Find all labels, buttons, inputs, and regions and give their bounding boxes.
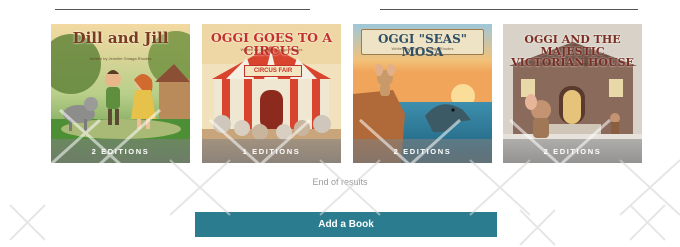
book-card-oggi-goes-to-a-circus[interactable]: OGGI GOES TO A CIRCUS Written by Jennife… (202, 24, 341, 163)
end-of-results-text: End of results (312, 177, 368, 187)
book-author: Written by Jennifer Smaga Rhodes (391, 46, 454, 51)
book-author: Written by Jennifer Smaga Rhodes (541, 61, 604, 66)
book-card-dill-and-jill[interactable]: Dill and Jill Written by Jennifer Smaga … (51, 24, 190, 163)
editions-count: 1 EDITIONS (242, 146, 301, 156)
editions-count: 2 EDITIONS (91, 146, 150, 156)
top-divider-right (380, 9, 638, 10)
add-book-button[interactable]: Add a Book (195, 212, 497, 237)
book-author: Written by Jennifer Smaga Rhodes (240, 47, 303, 52)
editions-band: 2 EDITIONS (51, 139, 190, 163)
editions-count: 2 EDITIONS (543, 146, 602, 156)
editions-count: 2 EDITIONS (393, 146, 452, 156)
top-divider-left (55, 9, 310, 10)
book-title: Dill and Jill (72, 29, 169, 47)
circus-fair-sign: CIRCUS FAIR (244, 65, 302, 77)
book-card-oggi-seas-mosa[interactable]: OGGI "SEAS" MOSA Written by Jennifer Sma… (353, 24, 492, 163)
editions-band: 2 EDITIONS (503, 139, 642, 163)
book-title: OGGI GOES TO A CIRCUS (210, 30, 333, 59)
editions-band: 2 EDITIONS (353, 139, 492, 163)
book-author: Written by Jennifer Smaga Rhodes (89, 56, 152, 61)
editions-band: 1 EDITIONS (202, 139, 341, 163)
book-card-oggi-majestic-victorian-house[interactable]: OGGI AND THE MAJESTIC VICTORIAN HOUSE Wr… (503, 24, 642, 163)
